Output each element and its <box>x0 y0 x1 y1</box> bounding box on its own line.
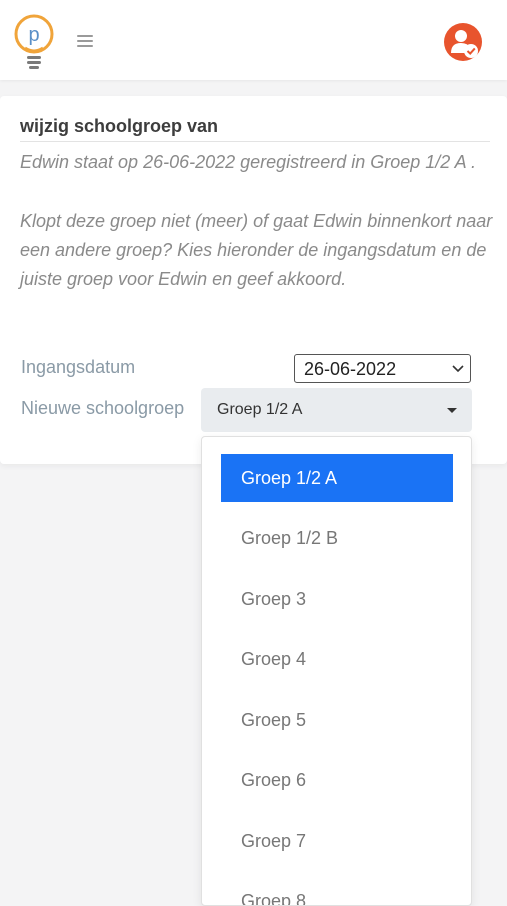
date-label: Ingangsdatum <box>21 357 136 377</box>
dropdown-option[interactable]: Groep 3 <box>221 575 453 623</box>
dropdown-option[interactable]: Groep 1/2 B <box>221 514 453 562</box>
svg-text:p: p <box>28 24 39 46</box>
date-value: 26-06-2022 <box>304 359 397 379</box>
dropdown-option[interactable]: Groep 6 <box>221 756 453 804</box>
group-label: Nieuwe schoolgroep <box>21 398 185 418</box>
top-bar: p <box>0 0 507 80</box>
group-value: Groep 1/2 A <box>217 401 303 418</box>
dropdown-option[interactable]: Groep 4 <box>221 635 453 683</box>
caret-down-icon <box>447 408 457 413</box>
dropdown-option[interactable]: Groep 5 <box>221 696 453 744</box>
user-check-icon[interactable] <box>443 22 483 62</box>
chevron-down-icon <box>452 365 464 373</box>
date-select[interactable]: 26-06-2022 <box>294 354 471 383</box>
instruction-text: Klopt deze groep niet (meer) of gaat Edw… <box>20 211 493 289</box>
card-title: wijzig schoolgroep van <box>20 116 219 136</box>
dropdown-option[interactable]: Groep 7 <box>221 817 453 865</box>
dropdown-option[interactable]: Groep 1/2 A <box>221 454 453 502</box>
title-divider <box>20 141 490 142</box>
lightbulb-logo-icon[interactable]: p <box>10 12 58 74</box>
group-select[interactable]: Groep 1/2 A <box>201 388 472 432</box>
intro-text: Edwin staat op 26-06-2022 geregistreerd … <box>20 152 476 172</box>
dropdown-option[interactable]: Groep 8 <box>221 877 453 905</box>
group-dropdown-menu[interactable]: Groep 1/2 A Groep 1/2 B Groep 3 Groep 4 … <box>201 436 472 906</box>
hamburger-icon[interactable] <box>77 35 93 47</box>
